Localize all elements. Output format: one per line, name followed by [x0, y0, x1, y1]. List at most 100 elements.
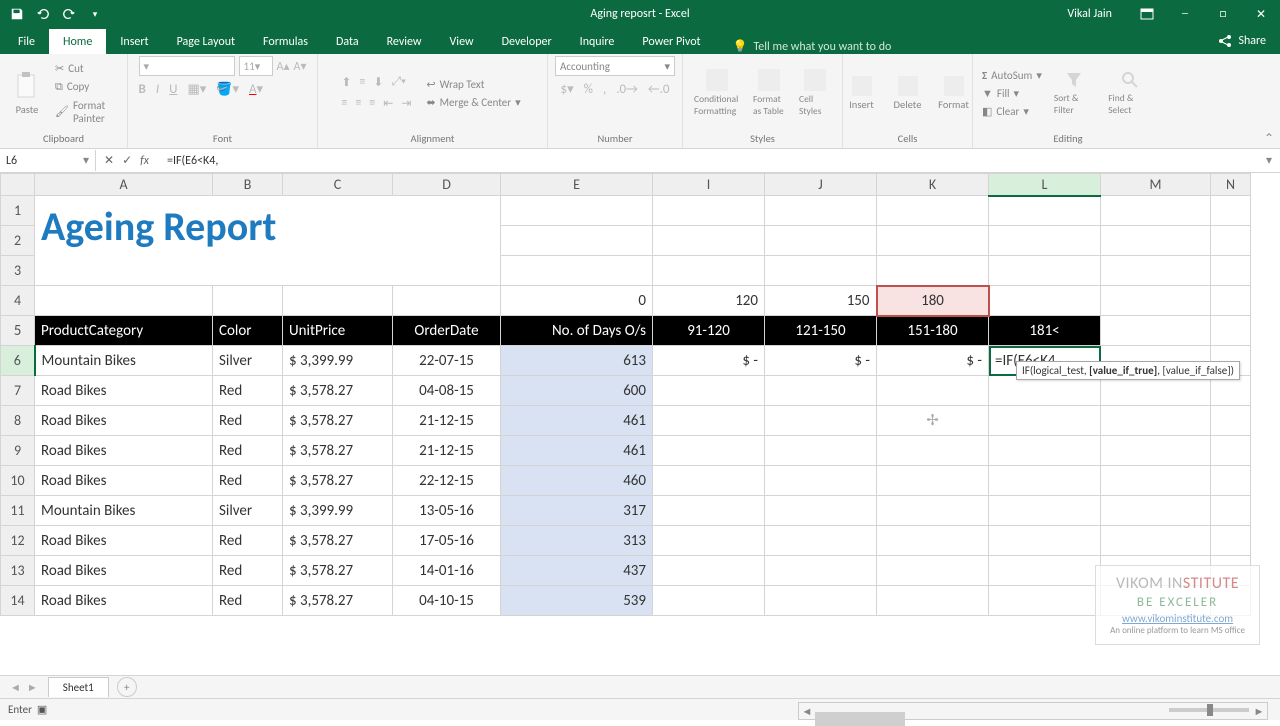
minimize-button[interactable]: ─: [1166, 0, 1204, 28]
clear-button[interactable]: ◧Clear▾: [979, 104, 1045, 119]
find-select-button[interactable]: Find & Select: [1103, 68, 1157, 118]
insert-cells-button[interactable]: Insert: [841, 74, 883, 113]
collapse-ribbon-button[interactable]: ⌃: [1264, 131, 1274, 146]
tab-formulas[interactable]: Formulas: [249, 29, 322, 54]
delete-cells-button[interactable]: Delete: [887, 74, 929, 113]
col-header[interactable]: J: [765, 174, 877, 196]
fx-icon[interactable]: fx: [140, 154, 155, 168]
worksheet-area[interactable]: A B C D E I J K L M N 1 Ageing Report 2 …: [0, 173, 1280, 675]
cell[interactable]: Silver: [213, 496, 283, 526]
align-middle-button[interactable]: ≡: [359, 75, 365, 90]
row-header[interactable]: 1: [1, 196, 35, 226]
font-size-select[interactable]: 11▾: [239, 56, 273, 76]
enter-formula-button[interactable]: ✓: [122, 153, 132, 168]
save-button[interactable]: [6, 3, 28, 25]
name-box[interactable]: L6▾: [0, 150, 96, 171]
cell[interactable]: Mountain Bikes: [35, 346, 213, 376]
col-header[interactable]: D: [393, 174, 501, 196]
sort-filter-button[interactable]: Sort & Filter: [1049, 68, 1099, 118]
currency-button[interactable]: $▾: [561, 82, 574, 97]
italic-button[interactable]: I: [156, 82, 159, 97]
cell[interactable]: 613: [501, 346, 653, 376]
tab-insert[interactable]: Insert: [106, 29, 162, 54]
autosum-button[interactable]: ΣAutoSum▾: [979, 68, 1045, 83]
cell[interactable]: $ 3,578.27: [283, 556, 393, 586]
cell[interactable]: $ -: [877, 346, 989, 376]
col-header[interactable]: E: [501, 174, 653, 196]
row-header[interactable]: 4: [1, 286, 35, 316]
cut-button[interactable]: ✂Cut: [52, 61, 121, 76]
cell[interactable]: Red: [213, 406, 283, 436]
cell[interactable]: 13-05-16: [393, 496, 501, 526]
tab-inquire[interactable]: Inquire: [566, 29, 629, 54]
header-cell[interactable]: UnitPrice: [283, 316, 393, 346]
row-header[interactable]: 6: [1, 346, 35, 376]
row-header[interactable]: 14: [1, 586, 35, 616]
format-cells-button[interactable]: Format: [933, 74, 975, 113]
cell[interactable]: 539: [501, 586, 653, 616]
cell[interactable]: 461: [501, 406, 653, 436]
col-header[interactable]: N: [1211, 174, 1251, 196]
tab-power-pivot[interactable]: Power Pivot: [628, 29, 714, 54]
col-header[interactable]: A: [35, 174, 213, 196]
tab-view[interactable]: View: [436, 29, 488, 54]
column-headers[interactable]: A B C D E I J K L M N: [1, 174, 1251, 196]
col-header[interactable]: L: [989, 174, 1101, 196]
header-cell[interactable]: OrderDate: [393, 316, 501, 346]
cell[interactable]: $ 3,578.27: [283, 406, 393, 436]
cell[interactable]: Red: [213, 466, 283, 496]
cell[interactable]: 150: [765, 286, 877, 316]
tab-file[interactable]: File: [4, 29, 49, 54]
header-cell[interactable]: ProductCategory: [35, 316, 213, 346]
cell[interactable]: 461: [501, 436, 653, 466]
cell-styles-button[interactable]: Cell Styles: [794, 67, 836, 119]
cell[interactable]: Mountain Bikes: [35, 496, 213, 526]
col-header[interactable]: C: [283, 174, 393, 196]
col-header[interactable]: I: [653, 174, 765, 196]
cell[interactable]: 460: [501, 466, 653, 496]
shrink-font-button[interactable]: A▾: [294, 59, 307, 74]
cell[interactable]: 22-12-15: [393, 466, 501, 496]
cell[interactable]: 313: [501, 526, 653, 556]
close-button[interactable]: ✕: [1242, 0, 1280, 28]
bold-button[interactable]: B: [139, 82, 146, 97]
row-header[interactable]: 9: [1, 436, 35, 466]
col-header[interactable]: B: [213, 174, 283, 196]
cell[interactable]: $ 3,578.27: [283, 436, 393, 466]
cell[interactable]: Road Bikes: [35, 466, 213, 496]
add-sheet-button[interactable]: +: [117, 677, 137, 697]
cell[interactable]: $ 3,578.27: [283, 526, 393, 556]
redo-button[interactable]: [58, 3, 80, 25]
cell-K4-referenced[interactable]: 180: [877, 286, 989, 316]
cell[interactable]: Red: [213, 556, 283, 586]
cell[interactable]: Silver: [213, 346, 283, 376]
cell[interactable]: 04-08-15: [393, 376, 501, 406]
cell[interactable]: $ 3,578.27: [283, 376, 393, 406]
cell[interactable]: $ 3,578.27: [283, 586, 393, 616]
tell-me-search[interactable]: 💡 Tell me what you want to do: [715, 39, 1205, 54]
indent-dec-button[interactable]: ⇤: [383, 96, 393, 111]
maximize-button[interactable]: □: [1204, 0, 1242, 28]
align-left-button[interactable]: ≡: [341, 96, 347, 111]
border-button[interactable]: ▦▾: [187, 82, 206, 97]
comma-button[interactable]: ,: [603, 82, 606, 97]
cell[interactable]: 21-12-15: [393, 406, 501, 436]
cell[interactable]: 04-10-15: [393, 586, 501, 616]
cell[interactable]: 14-01-16: [393, 556, 501, 586]
cell[interactable]: 21-12-15: [393, 436, 501, 466]
orientation-button[interactable]: ⤢▾: [391, 75, 406, 90]
cell[interactable]: 437: [501, 556, 653, 586]
row-header[interactable]: 3: [1, 256, 35, 286]
font-color-button[interactable]: A▾: [249, 82, 263, 97]
indent-inc-button[interactable]: ⇥: [401, 96, 411, 111]
row-header[interactable]: 2: [1, 226, 35, 256]
cell[interactable]: Road Bikes: [35, 436, 213, 466]
align-center-button[interactable]: ≡: [355, 96, 361, 111]
select-all-button[interactable]: [1, 174, 35, 196]
conditional-formatting-button[interactable]: Conditional Formatting: [689, 67, 744, 119]
format-painter-button[interactable]: 🖌Format Painter: [52, 98, 121, 126]
copy-button[interactable]: ⧉Copy: [52, 79, 121, 95]
sheet-tab[interactable]: Sheet1: [48, 677, 109, 697]
sheet-grid[interactable]: A B C D E I J K L M N 1 Ageing Report 2 …: [0, 173, 1251, 616]
expand-formula-button[interactable]: ▾: [1258, 153, 1280, 168]
